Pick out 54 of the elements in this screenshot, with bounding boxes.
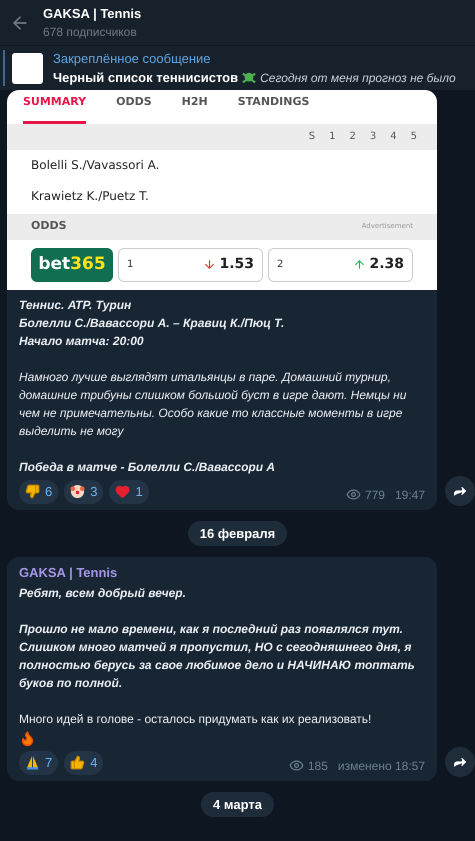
team-name: Krawietz K./Puetz T. [30,188,150,205]
team-name: Bolelli S./Vavassori A. [30,157,160,174]
views-icon [288,758,304,773]
score-column-heading: 5 [410,130,417,144]
match-tab[interactable]: H2H [182,94,208,124]
message-text: Победа в матче - Болелли С./Вавассори А [19,458,276,476]
message-text: Начало матча: 20:00 [19,332,145,350]
score-column-heading: 4 [390,130,397,144]
clown-face-icon [70,484,86,499]
date-separator: 4 марта [201,792,274,817]
view-count: 779 [364,486,385,504]
message-text: Прошло не мало времени, как я последний раз появлялся тут. Слишком много матчей я пропустил, НО с сегодняшнего дня, я полностью берусь за свое любимое дело и НАЧИНАЮ топтать буков по полной. [19,620,416,692]
share-button[interactable] [445,476,475,506]
pinned-message-bar[interactable]: Закреплённое сообщение Черный список теннисистов Сегодня от меня прогноз не было [0,45,475,90]
odds-heading: ODDS [31,218,67,234]
pinned-thumbnail [12,52,43,84]
match-tab[interactable]: ODDS [116,94,152,124]
reaction-chip[interactable]: 7 [19,750,58,774]
arrow-down-icon [203,258,216,271]
message-text: Много идей в голове - осталось придумать как их реализовать! [19,710,372,728]
bookmaker-logo: bet365 [31,248,113,282]
pinned-preview: Сегодня от меня прогноз не было [260,70,456,87]
channel-title: GAKSA | Tennis [43,4,142,23]
pinned-label: Закреплённое сообщение [53,50,212,68]
views-icon [346,487,361,502]
odds-button[interactable]: 1 1.53 [118,248,263,282]
message-text: Намного лучше выглядят итальянцы в паре. Домашний турнир, домашние трибуны слишком большой буст в игре дают. Немцы ни чем не примечательны. Особо какие то классные моменты в игре выделить не могу [19,368,408,440]
share-button[interactable] [445,746,475,776]
odds-button[interactable]: 2 2.38 [268,248,413,282]
reaction-chip[interactable]: 3 [64,480,104,504]
score-column-heading: 2 [350,130,356,144]
message-text: Болелли С./Вавассори А. – Кравиц К./Пюц Т. [19,314,286,332]
message-text: Ребят, всем добрый вечер. [19,584,187,602]
score-column-heading: 1 [329,130,336,144]
message-time: 19:47 [394,486,425,504]
message-time: изменено 18:57 [338,758,425,774]
subscriber-count: 678 подписчиков [43,24,138,42]
skull-icon [242,70,256,85]
fire-icon [19,730,36,746]
thumbs-up-icon [70,755,86,770]
message-text: Теннис. АТР. Турин [19,296,132,314]
reaction-chip[interactable]: 1 [109,480,149,504]
thumbs-down-icon [25,484,40,499]
reaction-chip[interactable]: 4 [64,750,104,774]
date-separator: 16 февраля [188,520,288,546]
arrow-up-icon [353,258,366,271]
heart-icon [115,484,130,499]
reaction-chip[interactable]: 6 [19,480,58,504]
view-count: 185 [308,758,328,774]
author-name[interactable]: GAKSA | Tennis [19,563,425,582]
match-tab[interactable]: STANDINGS [238,94,310,124]
pinned-text: Черный список теннисистов [53,69,238,87]
score-column-heading: S [308,130,316,144]
score-column-heading: 3 [370,130,376,144]
